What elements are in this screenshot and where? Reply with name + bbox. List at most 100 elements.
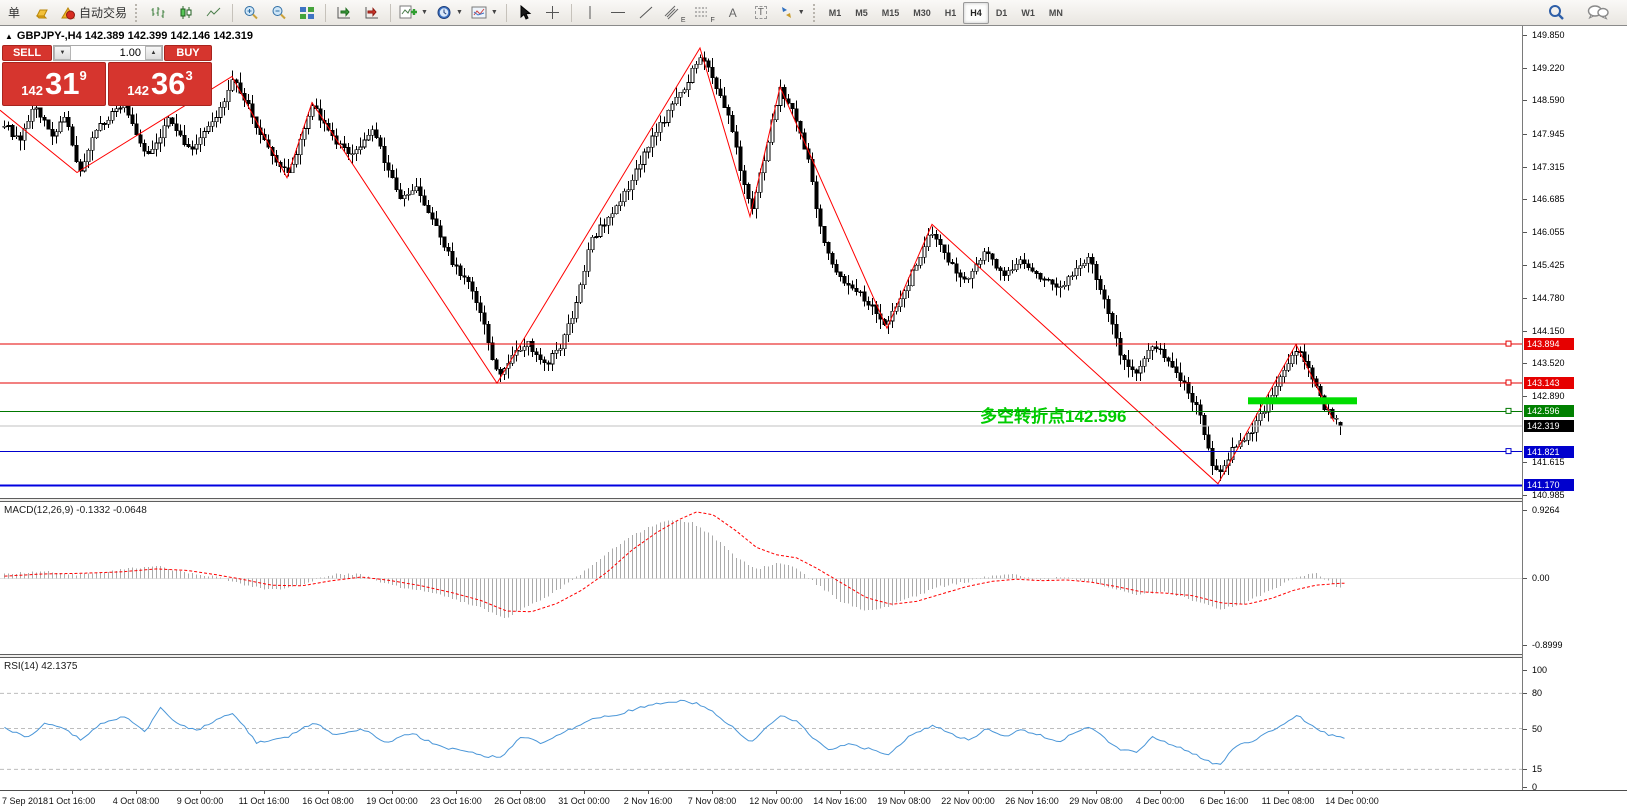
time-axis-label: 4 Oct 08:00 xyxy=(113,796,160,806)
sell-price-box[interactable]: 142 31 9 xyxy=(2,62,106,106)
auto-scroll-button[interactable] xyxy=(330,1,358,25)
timeframe-m15-button[interactable]: M15 xyxy=(875,2,907,24)
fibonacci-button[interactable]: F xyxy=(690,1,719,25)
timeframe-m1-button[interactable]: M1 xyxy=(822,2,849,24)
horizontal-line-button[interactable] xyxy=(604,1,632,25)
macd-pane: MACD(12,26,9) -0.1332 -0.0648 xyxy=(0,502,1522,654)
buy-button[interactable]: BUY xyxy=(164,45,212,61)
macd-histogram xyxy=(5,520,1341,618)
time-axis-label: 4 Dec 00:00 xyxy=(1136,796,1185,806)
bar-chart-icon xyxy=(150,5,166,20)
symbol-info: ▲GBPJPY-,H4 142.389 142.399 142.146 142.… xyxy=(5,30,253,42)
trendline-button[interactable] xyxy=(632,1,660,25)
crosshair-button[interactable] xyxy=(539,1,567,25)
timeframe-d1-button[interactable]: D1 xyxy=(989,2,1015,24)
sell-price-sup: 9 xyxy=(79,68,86,83)
auto-scroll-icon xyxy=(336,5,352,20)
vertical-line-button[interactable] xyxy=(576,1,604,25)
new-order-button[interactable]: 单 xyxy=(0,1,28,25)
time-axis-label: 1 Oct 16:00 xyxy=(49,796,96,806)
horizontal-line-icon xyxy=(610,5,626,20)
market-watch-button[interactable] xyxy=(28,1,56,25)
tile-windows-icon xyxy=(299,5,315,20)
chat-icon[interactable] xyxy=(1587,4,1609,21)
candlestick-chart-icon xyxy=(178,5,194,20)
autotrade-label: 自动交易 xyxy=(79,4,127,21)
time-axis-label: 19 Oct 00:00 xyxy=(366,796,418,806)
price-axis-tick: 140.985 xyxy=(1532,490,1565,500)
timeframe-h1-button[interactable]: H1 xyxy=(938,2,964,24)
chart-shift-icon xyxy=(364,5,380,20)
cursor-icon xyxy=(518,5,532,20)
line-handle xyxy=(1506,341,1511,346)
volume-increase-button[interactable]: ▲ xyxy=(145,46,162,60)
autotrade-button[interactable]: 自动交易 xyxy=(56,1,131,25)
time-axis-label: 7 Sep 2018 xyxy=(2,796,48,806)
add-indicator-icon xyxy=(399,5,417,21)
price-axis-tick: 146.055 xyxy=(1532,227,1565,237)
toolbar-grip xyxy=(135,4,140,22)
toolbar-grip xyxy=(813,4,818,22)
price-flag-142.319: 142.319 xyxy=(1524,420,1574,432)
turning-point-band xyxy=(1248,397,1357,404)
equidistant-channel-button[interactable]: E xyxy=(660,1,690,25)
volume-decrease-button[interactable]: ▼ xyxy=(54,46,71,60)
search-icon[interactable] xyxy=(1548,4,1565,21)
rsi-axis-tick: 0 xyxy=(1532,782,1537,792)
new-order-label: 单 xyxy=(8,4,20,21)
volume-stepper: ▼ 1.00 ▲ xyxy=(53,45,163,61)
chart-shift-button[interactable] xyxy=(358,1,386,25)
time-axis-label: 11 Dec 08:00 xyxy=(1262,796,1315,806)
sell-price-whole: 142 xyxy=(21,83,43,98)
rsi-axis-tick: 80 xyxy=(1532,688,1542,698)
timeframe-h4-button[interactable]: H4 xyxy=(963,2,989,24)
template-icon xyxy=(471,5,487,20)
channel-icon xyxy=(664,5,680,20)
arrows-dropdown-button[interactable]: ▼ xyxy=(775,1,809,25)
time-axis-label: 26 Nov 16:00 xyxy=(1005,796,1059,806)
rsi-canvas[interactable] xyxy=(0,658,1522,790)
periods-dropdown-button[interactable]: ▼ xyxy=(432,1,467,25)
indicators-dropdown-button[interactable]: ▼ xyxy=(395,1,432,25)
line-chart-button[interactable] xyxy=(200,1,228,25)
clock-icon xyxy=(436,5,452,20)
fibonacci-icon xyxy=(694,5,710,20)
sell-price-pips: 31 xyxy=(45,65,79,103)
time-axis-label: 14 Dec 00:00 xyxy=(1325,796,1379,806)
candlestick-chart-button[interactable] xyxy=(172,1,200,25)
text-label-button[interactable]: T xyxy=(747,1,775,25)
cursor-button[interactable] xyxy=(511,1,539,25)
trading-terminal-window: 单 自动交易 xyxy=(0,0,1627,812)
timeframe-w1-button[interactable]: W1 xyxy=(1014,2,1042,24)
zoom-out-button[interactable] xyxy=(265,1,293,25)
one-click-trade-panel: SELL ▼ 1.00 ▲ BUY 142 31 9 142 xyxy=(2,45,212,106)
rsi-axis-tick: 100 xyxy=(1532,665,1547,675)
price-axis[interactable]: 149.850149.220148.590147.945147.315146.6… xyxy=(1522,26,1627,790)
dropdown-caret-icon: ▼ xyxy=(798,9,805,16)
tile-windows-button[interactable] xyxy=(293,1,321,25)
timeframe-m30-button[interactable]: M30 xyxy=(906,2,938,24)
buy-price-box[interactable]: 142 36 3 xyxy=(108,62,212,106)
toolbar-separator xyxy=(506,4,507,22)
macd-axis-tick: -0.8999 xyxy=(1532,640,1563,650)
buy-price-pips: 36 xyxy=(151,65,185,103)
templates-dropdown-button[interactable]: ▼ xyxy=(467,1,502,25)
timeframe-m5-button[interactable]: M5 xyxy=(848,2,875,24)
price-chart-canvas[interactable] xyxy=(0,26,1522,498)
chart-region: ▲GBPJPY-,H4 142.389 142.399 142.146 142.… xyxy=(0,26,1627,812)
price-axis-tick: 143.520 xyxy=(1532,358,1565,368)
text-button[interactable]: A xyxy=(719,1,747,25)
time-axis[interactable]: 7 Sep 20181 Oct 16:004 Oct 08:009 Oct 00… xyxy=(0,790,1627,812)
price-axis-tick: 146.685 xyxy=(1532,194,1565,204)
bar-chart-button[interactable] xyxy=(144,1,172,25)
trendline-icon xyxy=(638,5,654,20)
buy-price-sup: 3 xyxy=(185,68,192,83)
zoom-in-button[interactable] xyxy=(237,1,265,25)
fibo-letter: F xyxy=(711,17,715,24)
collapse-panel-icon[interactable]: ▲ xyxy=(5,32,13,41)
dropdown-caret-icon: ▼ xyxy=(491,9,498,16)
volume-value[interactable]: 1.00 xyxy=(71,46,145,60)
macd-canvas[interactable] xyxy=(0,502,1522,654)
timeframe-mn-button[interactable]: MN xyxy=(1042,2,1070,24)
sell-button[interactable]: SELL xyxy=(2,45,52,61)
